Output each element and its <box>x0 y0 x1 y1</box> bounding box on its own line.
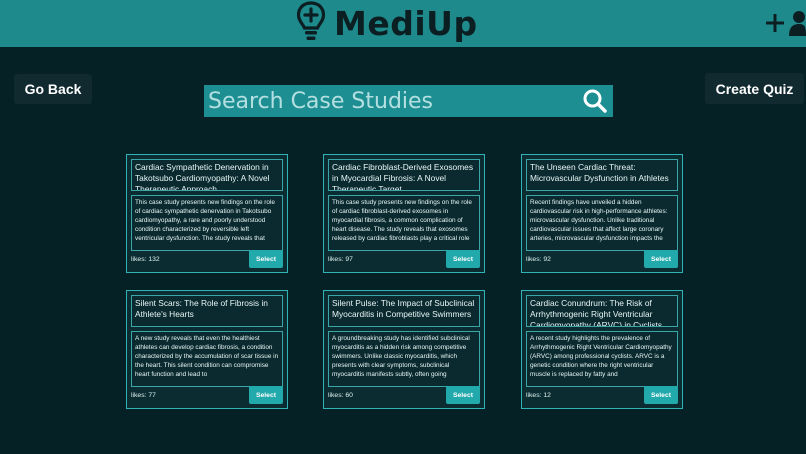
card-title: The Unseen Cardiac Threat: Microvascular… <box>526 159 678 191</box>
select-button[interactable]: Select <box>446 250 480 268</box>
card-description: A groundbreaking study has identified su… <box>328 331 480 387</box>
card-title: Cardiac Conundrum: The Risk of Arrhythmo… <box>526 295 678 327</box>
likes-count: likes: 92 <box>526 256 551 263</box>
likes-count: likes: 12 <box>526 392 551 399</box>
select-button[interactable]: Select <box>249 386 283 404</box>
case-study-grid: Cardiac Sympathetic Denervation in Takot… <box>0 0 806 454</box>
select-button[interactable]: Select <box>249 250 283 268</box>
case-study-card: Cardiac Conundrum: The Risk of Arrhythmo… <box>521 290 683 409</box>
card-title: Cardiac Sympathetic Denervation in Takot… <box>131 159 283 191</box>
card-title: Silent Scars: The Role of Fibrosis in At… <box>131 295 283 327</box>
likes-count: likes: 77 <box>131 392 156 399</box>
case-study-card: Silent Scars: The Role of Fibrosis in At… <box>126 290 288 409</box>
case-study-card: The Unseen Cardiac Threat: Microvascular… <box>521 154 683 273</box>
card-description: This case study presents new findings on… <box>328 195 480 251</box>
likes-count: likes: 132 <box>131 256 160 263</box>
card-description: Recent findings have unveiled a hidden c… <box>526 195 678 251</box>
card-description: A new study reveals that even the health… <box>131 331 283 387</box>
card-title: Cardiac Fibroblast-Derived Exosomes in M… <box>328 159 480 191</box>
case-study-card: Cardiac Fibroblast-Derived Exosomes in M… <box>323 154 485 273</box>
card-title: Silent Pulse: The Impact of Subclinical … <box>328 295 480 327</box>
case-study-card: Silent Pulse: The Impact of Subclinical … <box>323 290 485 409</box>
select-button[interactable]: Select <box>644 250 678 268</box>
likes-count: likes: 60 <box>328 392 353 399</box>
card-description: A recent study highlights the prevalence… <box>526 331 678 387</box>
card-description: This case study presents new findings on… <box>131 195 283 251</box>
select-button[interactable]: Select <box>446 386 480 404</box>
select-button[interactable]: Select <box>644 386 678 404</box>
case-study-card: Cardiac Sympathetic Denervation in Takot… <box>126 154 288 273</box>
likes-count: likes: 97 <box>328 256 353 263</box>
